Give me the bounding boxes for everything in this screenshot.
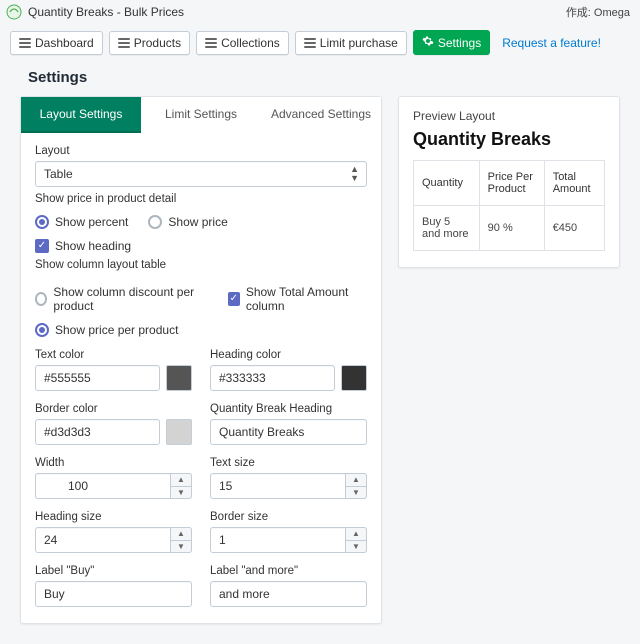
chevron-up-icon[interactable]: ▲ — [346, 474, 366, 487]
total-amount-checkbox[interactable]: ✓ Show Total Amount column — [228, 285, 367, 313]
text-color-input[interactable] — [35, 365, 160, 391]
preview-col-price-per-product: Price Per Product — [479, 161, 544, 206]
show-heading-label: Show heading — [55, 239, 131, 253]
show-heading-checkbox[interactable]: ✓ Show heading — [35, 239, 367, 253]
nav-limit-label: Limit purchase — [320, 36, 398, 50]
nav-collections-label: Collections — [221, 36, 280, 50]
list-icon — [304, 38, 316, 48]
text-size-input[interactable] — [210, 473, 367, 499]
border-color-input[interactable] — [35, 419, 160, 445]
tab-advanced-settings[interactable]: Advanced Settings — [261, 97, 381, 133]
checkbox-icon: ✓ — [228, 292, 240, 306]
text-size-stepper[interactable]: ▲▼ — [345, 473, 367, 499]
border-color-swatch[interactable] — [166, 419, 192, 445]
checkbox-icon: ✓ — [35, 239, 49, 253]
chevron-down-icon[interactable]: ▼ — [171, 541, 191, 553]
tab-layout-settings[interactable]: Layout Settings — [21, 97, 141, 133]
chevron-down-icon[interactable]: ▼ — [346, 487, 366, 499]
heading-size-stepper[interactable]: ▲▼ — [170, 527, 192, 553]
width-label: Width — [35, 457, 192, 469]
qb-heading-label: Quantity Break Heading — [210, 403, 367, 415]
nav-products-label: Products — [134, 36, 181, 50]
app-logo-icon — [6, 4, 22, 20]
show-price-label: Show price — [168, 215, 227, 229]
heading-color-label: Heading color — [210, 349, 367, 361]
show-percent-label: Show percent — [55, 215, 128, 229]
label-more-input[interactable] — [210, 581, 367, 607]
border-size-input[interactable] — [210, 527, 367, 553]
preview-cell-total: €450 — [544, 206, 604, 251]
preview-title: Preview Layout — [413, 109, 605, 123]
discount-per-product-radio[interactable]: Show column discount per product — [35, 285, 208, 313]
preview-cell-quantity: Buy 5 and more — [414, 206, 480, 251]
column-layout-note: Show column layout table — [35, 259, 367, 271]
discount-col-label: Show column discount per product — [53, 285, 207, 313]
nav-products[interactable]: Products — [109, 31, 190, 55]
chevron-up-icon[interactable]: ▲ — [346, 528, 366, 541]
app-author: 作成: Omega — [566, 4, 630, 20]
gear-icon — [422, 35, 434, 50]
radio-icon — [148, 215, 162, 229]
show-price-radio[interactable]: Show price — [148, 215, 227, 229]
label-buy-label: Label "Buy" — [35, 565, 192, 577]
price-detail-note: Show price in product detail — [35, 193, 367, 205]
show-percent-radio[interactable]: Show percent — [35, 215, 128, 229]
text-color-swatch[interactable] — [166, 365, 192, 391]
nav-dashboard[interactable]: Dashboard — [10, 31, 103, 55]
width-stepper[interactable]: ▲▼ — [170, 473, 192, 499]
heading-color-swatch[interactable] — [341, 365, 367, 391]
preview-heading: Quantity Breaks — [413, 129, 605, 150]
radio-icon — [35, 215, 49, 229]
text-color-label: Text color — [35, 349, 192, 361]
tab-limit-settings[interactable]: Limit Settings — [141, 97, 261, 133]
border-size-stepper[interactable]: ▲▼ — [345, 527, 367, 553]
width-input[interactable] — [35, 473, 192, 499]
qb-heading-input[interactable] — [210, 419, 367, 445]
label-buy-input[interactable] — [35, 581, 192, 607]
preview-col-total-amount: Total Amount — [544, 161, 604, 206]
nav-settings[interactable]: Settings — [413, 30, 490, 55]
nav-dashboard-label: Dashboard — [35, 36, 94, 50]
chevron-up-icon[interactable]: ▲ — [171, 528, 191, 541]
layout-label: Layout — [35, 145, 367, 157]
list-icon — [205, 38, 217, 48]
chevron-up-icon[interactable]: ▲ — [171, 474, 191, 487]
price-per-label: Show price per product — [55, 323, 178, 337]
total-col-label: Show Total Amount column — [246, 285, 367, 313]
table-row: Buy 5 and more 90 % €450 — [414, 206, 605, 251]
layout-select[interactable]: Table — [35, 161, 367, 187]
request-feature-link[interactable]: Request a feature! — [496, 36, 601, 50]
preview-table: Quantity Price Per Product Total Amount … — [413, 160, 605, 251]
preview-cell-ppp: 90 % — [479, 206, 544, 251]
page-title: Settings — [20, 69, 620, 86]
heading-size-input[interactable] — [35, 527, 192, 553]
preview-col-quantity: Quantity — [414, 161, 480, 206]
app-title: Quantity Breaks - Bulk Prices — [28, 5, 184, 19]
nav-collections[interactable]: Collections — [196, 31, 289, 55]
chevron-down-icon[interactable]: ▼ — [346, 541, 366, 553]
label-more-label: Label "and more" — [210, 565, 367, 577]
text-size-label: Text size — [210, 457, 367, 469]
radio-icon — [35, 323, 49, 337]
border-size-label: Border size — [210, 511, 367, 523]
nav-limit-purchase[interactable]: Limit purchase — [295, 31, 407, 55]
price-per-product-radio[interactable]: Show price per product — [35, 323, 367, 337]
radio-icon — [35, 292, 47, 306]
heading-size-label: Heading size — [35, 511, 192, 523]
chevron-down-icon[interactable]: ▼ — [171, 487, 191, 499]
border-color-label: Border color — [35, 403, 192, 415]
list-icon — [19, 38, 31, 48]
heading-color-input[interactable] — [210, 365, 335, 391]
list-icon — [118, 38, 130, 48]
nav-settings-label: Settings — [438, 36, 481, 50]
